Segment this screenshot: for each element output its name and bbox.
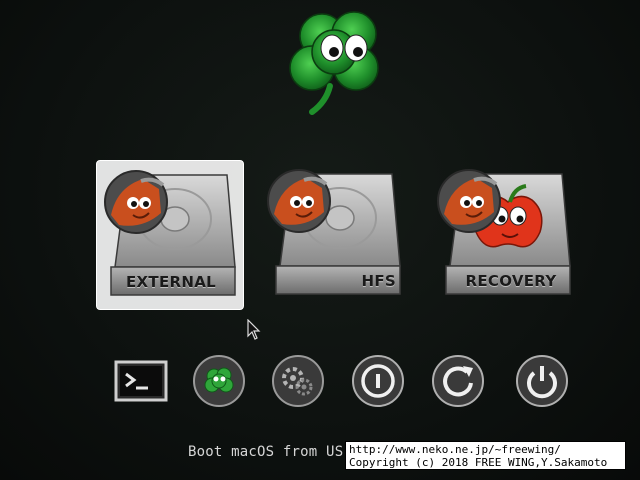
- watermark-copyright: Copyright (c) 2018 FREE WING,Y.Sakamoto: [349, 456, 608, 469]
- status-text: Boot macOS from US: [188, 444, 344, 460]
- watermark-url: http://www.neko.ne.jp/~freewing/: [349, 443, 561, 456]
- restart-icon[interactable]: [431, 354, 485, 408]
- hfs-volume-badge-icon: [267, 169, 331, 233]
- clover-icon[interactable]: [192, 354, 246, 408]
- clover-logo-icon: [289, 11, 379, 115]
- boot-entry-hfs[interactable]: HFS: [262, 160, 410, 310]
- boot-entry-label: HFS: [361, 272, 396, 290]
- mouse-cursor-icon: [247, 319, 261, 340]
- ext-volume-badge-icon: [104, 170, 168, 234]
- boot-entry-recovery[interactable]: RECOVERY: [432, 160, 580, 310]
- gear-icon[interactable]: [271, 354, 325, 408]
- terminal-prompt-icon[interactable]: [114, 358, 168, 404]
- boot-entry-label: EXTERNAL: [126, 273, 216, 291]
- copyright-watermark: http://www.neko.ne.jp/~freewing/ Copyrig…: [345, 441, 626, 470]
- recovery-volume-badge-icon: [437, 169, 501, 233]
- power-icon[interactable]: [515, 354, 569, 408]
- info-icon[interactable]: [351, 354, 405, 408]
- boot-entry-label: RECOVERY: [465, 272, 557, 290]
- boot-entry-external[interactable]: EXTERNAL: [96, 160, 244, 310]
